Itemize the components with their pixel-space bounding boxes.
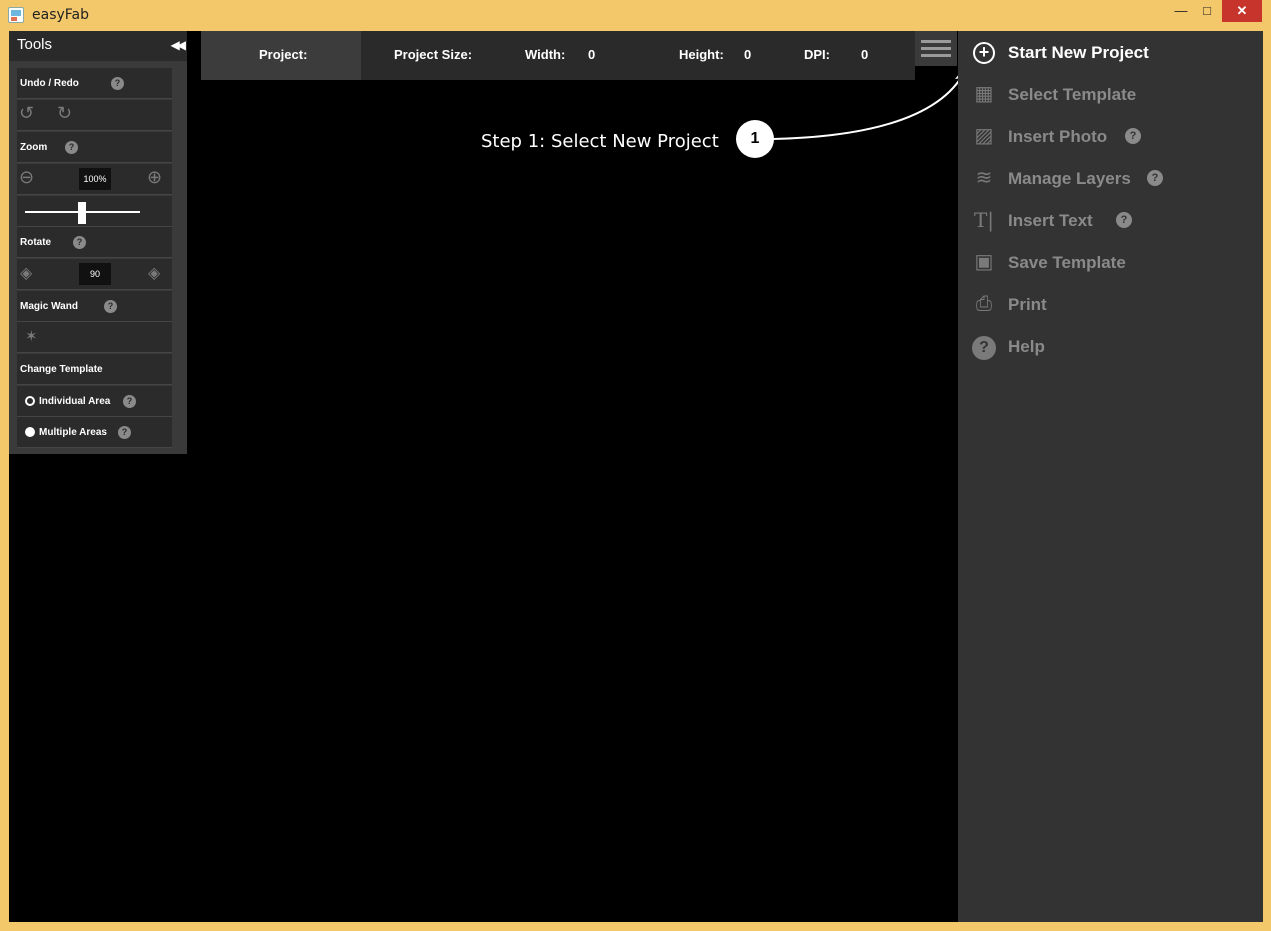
minimize-button[interactable]: — bbox=[1168, 0, 1194, 22]
plus-circle-icon: + bbox=[972, 40, 996, 64]
menu-item-insert-photo[interactable]: ▨ Insert Photo ? bbox=[958, 115, 1263, 157]
multiple-areas-row[interactable]: Multiple Areas ? bbox=[17, 417, 172, 448]
menu-item-select-template[interactable]: ▦ Select Template bbox=[958, 73, 1263, 115]
zoom-controls-row: ⊖ 100% ⊕ bbox=[17, 164, 172, 195]
multiple-areas-label: Multiple Areas bbox=[39, 427, 107, 438]
save-template-icon: ▣ bbox=[974, 251, 994, 273]
individual-area-help-icon[interactable]: ? bbox=[123, 395, 136, 408]
undo-redo-row: Undo / Redo ? bbox=[17, 68, 172, 99]
step-arrow bbox=[772, 67, 969, 140]
layers-icon: ≋ bbox=[975, 167, 993, 189]
individual-area-radio[interactable] bbox=[25, 396, 35, 406]
project-size-label: Project Size: bbox=[394, 47, 473, 62]
collapse-icon[interactable]: ◀◀ bbox=[171, 38, 187, 52]
tools-title: Tools bbox=[17, 36, 53, 53]
menu-label-insert-photo: Insert Photo bbox=[1008, 127, 1108, 146]
magic-wand-help-icon[interactable]: ? bbox=[104, 300, 117, 313]
app-icon bbox=[8, 7, 24, 23]
insert-photo-help-icon[interactable]: ? bbox=[1125, 128, 1141, 144]
step-instruction: Step 1: Select New Project bbox=[481, 131, 719, 152]
menu-label-manage-layers: Manage Layers bbox=[1008, 169, 1131, 188]
rotate-right-icon[interactable]: ◈ bbox=[148, 263, 160, 283]
zoom-label: Zoom bbox=[20, 142, 48, 153]
magic-wand-icon[interactable]: ✶ bbox=[25, 327, 38, 345]
undo-redo-help-icon[interactable]: ? bbox=[111, 77, 124, 90]
multiple-areas-help-icon[interactable]: ? bbox=[118, 426, 131, 439]
height-value: 0 bbox=[744, 47, 752, 62]
template-icon: ▦ bbox=[974, 83, 994, 105]
individual-area-label: Individual Area bbox=[39, 396, 111, 407]
zoom-out-icon[interactable]: ⊖ bbox=[19, 167, 34, 188]
width-value: 0 bbox=[588, 47, 596, 62]
menu-label-select-template: Select Template bbox=[1008, 85, 1137, 104]
print-icon: ⎙ bbox=[976, 293, 992, 315]
close-button[interactable]: ✕ bbox=[1222, 0, 1262, 22]
tools-panel: Tools ◀◀ Undo / Redo ? ↺ ↻ Zoom ? ⊖ 100%… bbox=[9, 31, 187, 454]
rotate-help-icon[interactable]: ? bbox=[73, 236, 86, 249]
main-menu-panel: + Start New Project ▦ Select Template ▨ … bbox=[958, 31, 1263, 922]
menu-label-insert-text: Insert Text bbox=[1008, 211, 1093, 230]
magic-wand-label: Magic Wand bbox=[20, 301, 78, 312]
menu-item-help[interactable]: ? Help bbox=[958, 325, 1263, 367]
window-title: easyFab bbox=[32, 7, 90, 23]
zoom-in-icon[interactable]: ⊕ bbox=[147, 167, 162, 188]
rotate-value[interactable]: 90 bbox=[79, 263, 111, 285]
change-template-row: Change Template bbox=[17, 354, 172, 385]
multiple-areas-radio[interactable] bbox=[25, 427, 35, 437]
menu-label-help: Help bbox=[1008, 337, 1045, 356]
project-label: Project: bbox=[259, 47, 308, 62]
magic-wand-row: Magic Wand ? bbox=[17, 291, 172, 322]
insert-text-help-icon[interactable]: ? bbox=[1116, 212, 1132, 228]
redo-icon[interactable]: ↻ bbox=[57, 103, 72, 124]
title-bar: easyFab — □ ✕ bbox=[0, 0, 1271, 31]
rotate-label: Rotate bbox=[20, 237, 52, 248]
rotate-left-icon[interactable]: ◈ bbox=[20, 263, 32, 283]
menu-label-print: Print bbox=[1008, 295, 1047, 314]
project-cell: Project: bbox=[201, 31, 361, 80]
photo-icon: ▨ bbox=[974, 125, 994, 147]
menu-label-save-template: Save Template bbox=[1008, 253, 1126, 272]
zoom-row: Zoom ? bbox=[17, 132, 172, 163]
rotate-controls-row: ◈ 90 ◈ bbox=[17, 259, 172, 290]
menu-label-start-new-project: Start New Project bbox=[1008, 43, 1149, 62]
menu-item-insert-text[interactable]: T| Insert Text ? bbox=[958, 199, 1263, 241]
app-client-area: Tools ◀◀ Undo / Redo ? ↺ ↻ Zoom ? ⊖ 100%… bbox=[9, 31, 1263, 922]
width-label: Width: bbox=[525, 47, 566, 62]
menu-item-print[interactable]: ⎙ Print bbox=[958, 283, 1263, 325]
change-template-label: Change Template bbox=[20, 364, 103, 375]
menu-item-start-new-project[interactable]: + Start New Project bbox=[958, 31, 1263, 73]
menu-item-save-template[interactable]: ▣ Save Template bbox=[958, 241, 1263, 283]
zoom-value[interactable]: 100% bbox=[79, 168, 111, 190]
rotate-row: Rotate ? bbox=[17, 227, 172, 258]
help-icon: ? bbox=[972, 334, 996, 360]
text-icon: T| bbox=[973, 208, 995, 232]
undo-icon[interactable]: ↺ bbox=[19, 103, 34, 124]
manage-layers-help-icon[interactable]: ? bbox=[1147, 170, 1163, 186]
height-label: Height: bbox=[679, 47, 724, 62]
individual-area-row[interactable]: Individual Area ? bbox=[17, 386, 172, 417]
zoom-slider-row bbox=[17, 196, 172, 227]
maximize-button[interactable]: □ bbox=[1194, 0, 1220, 22]
tools-header: Tools ◀◀ bbox=[9, 31, 187, 61]
undo-redo-buttons-row: ↺ ↻ bbox=[17, 100, 172, 131]
zoom-slider-thumb[interactable] bbox=[78, 202, 86, 224]
menu-item-manage-layers[interactable]: ≋ Manage Layers ? bbox=[958, 157, 1263, 199]
undo-redo-label: Undo / Redo bbox=[20, 78, 79, 89]
zoom-help-icon[interactable]: ? bbox=[65, 141, 78, 154]
magic-wand-button-row: ✶ bbox=[17, 322, 172, 353]
